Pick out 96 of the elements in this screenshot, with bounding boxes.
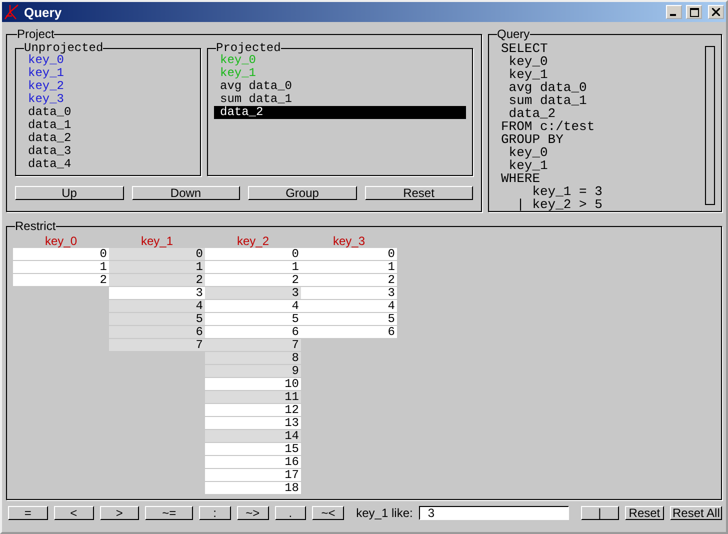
operator-button[interactable]: >: [100, 506, 140, 520]
query-line: data_2: [508, 107, 556, 120]
value-cell[interactable]: 1: [109, 261, 205, 273]
pipe-button[interactable]: |: [580, 506, 619, 520]
list-item[interactable]: key_2: [22, 80, 194, 93]
list-item[interactable]: data_4: [22, 158, 194, 171]
close-icon: [712, 8, 720, 16]
column-header: key_1: [140, 234, 174, 248]
panel-title: Project: [17, 28, 54, 40]
value-cell[interactable]: 4: [109, 300, 205, 312]
operator-button[interactable]: <: [54, 506, 94, 520]
operator-button[interactable]: ~>: [236, 506, 269, 520]
query-line: key_1 = 3: [531, 185, 604, 198]
value-cell[interactable]: 0: [109, 248, 205, 260]
value-cell[interactable]: 0: [301, 248, 397, 260]
query-line: sum data_1: [508, 94, 588, 107]
like-field[interactable]: 3: [418, 506, 569, 520]
list-item[interactable]: data_1: [22, 119, 194, 132]
action-button[interactable]: Down: [132, 186, 240, 200]
value-cell[interactable]: 1: [301, 261, 397, 273]
panel-title: Restrict: [15, 220, 56, 232]
reset-button[interactable]: Reset All: [670, 506, 722, 520]
list-item[interactable]: data_2: [214, 106, 466, 119]
value-cell[interactable]: 17: [205, 469, 301, 481]
operator-button[interactable]: ~=: [145, 506, 193, 520]
value-cell[interactable]: 11: [205, 391, 301, 403]
maximize-icon: [690, 8, 698, 16]
list-item[interactable]: data_2: [22, 132, 194, 145]
scrollbar[interactable]: [705, 46, 715, 205]
close-button[interactable]: [708, 5, 724, 19]
minimize-button[interactable]: [666, 5, 682, 19]
value-cell[interactable]: 2: [109, 274, 205, 286]
maximize-button[interactable]: [686, 5, 702, 19]
value-cell[interactable]: 8: [205, 352, 301, 364]
query-line: SELECT: [501, 42, 549, 55]
value-cell[interactable]: 3: [109, 287, 205, 299]
operator-button[interactable]: :: [198, 506, 231, 520]
list-item[interactable]: key_1: [22, 67, 194, 80]
value-cell[interactable]: 4: [205, 300, 301, 312]
list-item[interactable]: key_3: [22, 93, 194, 106]
field-label: key_1 like:: [356, 506, 413, 520]
value-cell[interactable]: 1: [13, 261, 109, 273]
list-item[interactable]: key_0: [22, 54, 194, 67]
value-cell[interactable]: 4: [301, 300, 397, 312]
query-line: FROM c:/test: [501, 120, 596, 133]
value-cell[interactable]: 15: [205, 443, 301, 455]
value-cell[interactable]: 7: [205, 339, 301, 351]
list-item[interactable]: data_0: [22, 106, 194, 119]
value-cell[interactable]: 10: [205, 378, 301, 390]
reset-button[interactable]: Reset: [624, 506, 664, 520]
query-line: | key_2 > 5: [516, 198, 604, 211]
value-cell[interactable]: 5: [109, 313, 205, 325]
query-line: key_1: [508, 68, 548, 81]
value-cell[interactable]: 12: [205, 404, 301, 416]
query-line: WHERE: [501, 172, 540, 185]
value-cell[interactable]: 6: [205, 326, 301, 338]
column-header: key_3: [332, 234, 366, 248]
query-line: GROUP BY: [501, 133, 564, 146]
list-item[interactable]: data_3: [22, 145, 194, 158]
value-cell[interactable]: 14: [205, 430, 301, 442]
value-cell[interactable]: 3: [301, 287, 397, 299]
column-header: key_2: [236, 234, 270, 248]
value-cell[interactable]: 6: [109, 326, 205, 338]
query-line: key_1: [508, 159, 549, 172]
value-cell[interactable]: 18: [205, 482, 301, 494]
action-button[interactable]: Reset: [364, 186, 473, 200]
list-title: Projected: [216, 42, 281, 54]
action-button[interactable]: Up: [15, 186, 124, 200]
window-title: Query: [24, 4, 63, 20]
value-cell[interactable]: 9: [205, 365, 301, 377]
operator-button[interactable]: .: [274, 506, 306, 520]
value-cell[interactable]: 0: [205, 248, 301, 260]
value-cell[interactable]: 7: [109, 339, 205, 351]
operator-button[interactable]: =: [8, 506, 48, 520]
value-cell[interactable]: 2: [205, 274, 301, 286]
value-cell[interactable]: 13: [205, 417, 301, 429]
value-cell[interactable]: 3: [205, 287, 301, 299]
column-header: key_0: [44, 234, 78, 248]
value-cell[interactable]: 2: [301, 274, 397, 286]
list-item[interactable]: sum data_1: [214, 93, 466, 106]
list-item[interactable]: avg data_0: [214, 80, 466, 93]
value-cell[interactable]: 0: [13, 248, 109, 260]
value-cell[interactable]: 1: [205, 261, 301, 273]
action-button[interactable]: Group: [248, 186, 356, 200]
query-line: key_0: [508, 146, 549, 159]
value-cell[interactable]: 2: [13, 274, 109, 286]
value-cell[interactable]: 6: [301, 326, 397, 338]
query-line: avg data_0: [508, 81, 588, 94]
app-icon: [4, 4, 20, 20]
panel-title: Query: [497, 28, 530, 40]
value-cell[interactable]: 5: [301, 313, 397, 325]
operator-button[interactable]: ~<: [312, 506, 344, 520]
value-cell[interactable]: 5: [205, 313, 301, 325]
value-cell[interactable]: 16: [205, 456, 301, 468]
list-title: Unprojected: [24, 42, 104, 54]
query-line: key_0: [508, 55, 549, 68]
